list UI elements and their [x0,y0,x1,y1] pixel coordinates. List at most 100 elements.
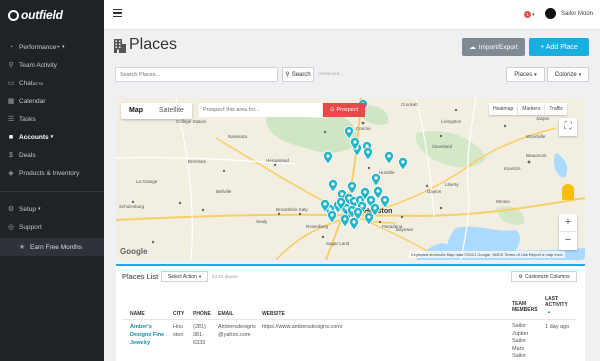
map-label-la-grange: La Grange [136,179,158,184]
map-label-crockett: Crockett [401,102,419,107]
column-header-team-members[interactable]: TEAM MEMBERS [512,301,538,313]
map-attribution[interactable]: Keyboard shortcuts Map data ©2021 Google… [409,251,565,258]
column-header-website[interactable]: WEBSITE [262,311,285,317]
sidebar-item-label: Deals [19,151,36,159]
place-last-activity: 1 day ago [545,324,570,330]
map-label-baytown: Baytown [396,227,414,232]
advanced-label: Advanced [319,71,340,76]
column-header-last-activity[interactable]: LAST ACTIVITY [545,296,571,308]
sidebar-item-label: Team Activity [19,61,57,69]
chevron-down-icon: ▾ [534,71,537,78]
add-place-button[interactable]: + Add Place [529,38,589,56]
import-export-button[interactable]: ☁ Import/Export [462,38,525,56]
sidebar-item-earn-free-months[interactable]: ★ Earn Free Months [0,238,104,256]
sidebar-item-support[interactable]: ◎ Support [0,218,104,236]
places-dropdown[interactable]: Places ▾ [506,67,545,82]
chevron-down-icon: ▾ [62,44,65,50]
prospect-button[interactable]: ⊙ Prospect [323,103,365,117]
map-label-humble: Humble [379,170,395,175]
pegman-icon[interactable] [562,184,574,200]
column-header-phone[interactable]: PHONE [193,311,211,317]
map-label-schulenburg: Schulenburg [119,204,145,209]
gear-icon: ⚙ [7,206,15,213]
sidebar-nav: ◔ Performance+ ▾ ⚲ Team Activity ▭ Chat … [0,38,104,256]
tag-icon: ◈ [8,170,14,177]
map-canvas[interactable]: Conroe Houston Pasadena Baytown Sugar La… [116,98,585,260]
search-input[interactable] [115,67,278,82]
select-action-label: Select Action [167,273,197,280]
chevron-down-icon[interactable]: ▾ [532,12,535,18]
column-header-city[interactable]: CITY [173,311,184,317]
sidebar-item-label: Calendar [19,97,46,105]
colorize-dropdown-label: Colorize [554,71,577,78]
sidebar-item-setup[interactable]: ⚙ Setup ▾ [0,200,104,218]
places-dropdown-label: Places [514,71,533,78]
map[interactable]: Conroe Houston Pasadena Baytown Sugar La… [116,98,585,260]
user-name[interactable]: Sailor Moon [561,11,593,17]
map-label-beaumont: Beaumont [526,153,547,158]
map-tab-map[interactable]: Map [121,103,151,119]
cloud-icon: ☁ [469,44,476,51]
page-title: Places [129,36,178,53]
map-label-winnie: Winnie [496,199,510,204]
map-label-bellville: Bellville [216,189,232,194]
colorize-dropdown[interactable]: Colorize ▾ [547,67,589,82]
map-layer-options: Heatmap Markers Traffic [489,103,567,115]
zoom-out-icon[interactable]: − [559,232,577,250]
page-header: Places ☁ Import/Export + Add Place [104,30,600,64]
logo[interactable]: outfield [0,0,104,30]
sidebar-item-deals[interactable]: $ Deals [0,146,104,164]
sidebar-item-tasks[interactable]: ☰ Tasks [0,110,104,128]
sidebar-item-team-activity[interactable]: ⚲ Team Activity [0,56,104,74]
chevron-down-icon: ▾ [38,206,41,212]
map-label-rosenberg: Rosenberg [306,224,329,229]
place-city: Houston [173,324,184,338]
markers-option[interactable]: Markers [518,103,546,115]
sidebar-item-chat[interactable]: ▭ Chat BETA [0,74,104,92]
map-label-dayton: Dayton [427,189,442,194]
sidebar-divider [0,191,104,192]
customize-columns-label: Customize Columns [524,273,570,280]
fullscreen-icon[interactable]: ⛶ [559,118,577,136]
chat-bubble-icon: ▭ [7,80,15,87]
traffic-option[interactable]: Traffic [545,103,567,115]
place-website[interactable]: https://www.ambersdesigns.com/ [262,323,342,331]
select-action-dropdown[interactable]: Select Action ▾ [161,271,208,282]
map-label-liberty: Liberty [445,182,459,187]
topbar: 1 ▾ Sailor Moon [104,0,600,30]
map-tab-satellite[interactable]: Satellite [151,103,192,119]
dollar-icon: $ [9,151,13,159]
zoom-in-icon[interactable]: + [559,214,577,232]
customize-columns-button[interactable]: ⚙ Customize Columns [511,271,577,282]
hamburger-menu-icon[interactable] [113,9,122,17]
zoom-control: + − [559,214,577,250]
briefcase-icon: ■ [8,133,14,141]
sidebar-item-accounts[interactable]: ■ Accounts ▾ [0,128,104,146]
place-name-link[interactable]: Amber's Designs Fine Jewelry [130,323,170,347]
search-button[interactable]: ⚲ Search [282,67,314,82]
map-label-livingston: Livingston [441,119,462,124]
search-icon: ⚲ [285,72,290,78]
advanced-search-link[interactable]: Advanced… [319,71,344,76]
sidebar-item-products[interactable]: ◈ Products & Inventory [0,164,104,182]
sidebar-item-label: Earn Free Months [30,243,83,251]
map-label-sugar-land: Sugar Land [326,241,350,246]
map-label-navasota: Navasota [228,134,248,139]
places-list-title: Places List [122,272,159,281]
prospect-input[interactable] [199,103,322,117]
notification-badge[interactable]: 1 [524,11,531,18]
map-label-jasper: Jasper [536,116,550,121]
heatmap-option[interactable]: Heatmap [489,103,519,115]
column-header-name[interactable]: NAME [130,311,145,317]
map-label-cleveland: Cleveland [432,144,453,149]
avatar[interactable] [545,8,556,19]
places-count: for 51 places [212,274,238,279]
sort-ascending-icon[interactable]: ▲ [547,309,551,314]
sidebar-item-performance[interactable]: ◔ Performance+ ▾ [0,38,104,56]
logo-ring-icon [8,9,19,21]
sidebar-item-calendar[interactable]: ▦ Calendar [0,92,104,110]
place-phone: (281) 381-6333 [193,324,206,346]
place-email[interactable]: Ambersdesigns@yahoo.com [218,323,258,339]
sidebar-item-label: Performance+ [19,43,61,51]
column-header-email[interactable]: EMAIL [218,311,234,317]
